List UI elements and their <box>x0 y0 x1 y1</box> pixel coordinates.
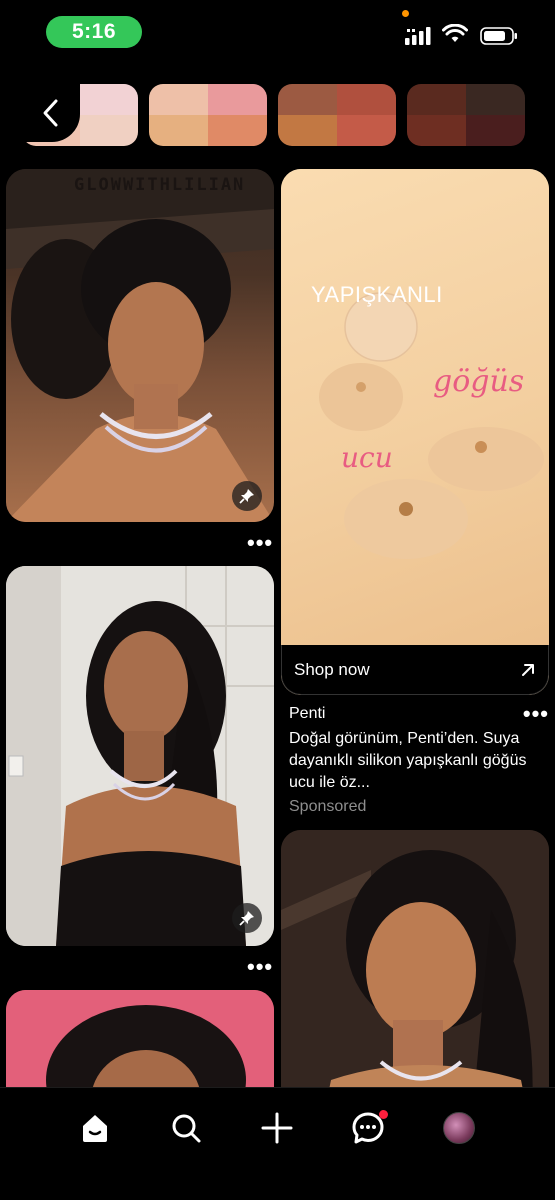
nav-messages[interactable] <box>346 1106 390 1150</box>
ad-brand-name[interactable]: Penti <box>289 705 325 723</box>
signal-icon <box>405 27 431 45</box>
shop-now-label: Shop now <box>294 659 370 679</box>
bottom-navigation-bar <box>0 1087 555 1200</box>
ad-script-word-1: göğüs <box>433 364 525 399</box>
home-icon <box>83 1115 107 1142</box>
color-swatch-3[interactable] <box>278 84 396 146</box>
pushpin-icon <box>239 911 254 926</box>
ad-image: YAPIŞKANLI göğüs ucu <box>281 169 549 645</box>
privacy-indicator-dot <box>402 10 409 17</box>
battery-icon <box>480 27 517 45</box>
color-swatch-2[interactable] <box>149 84 267 146</box>
pushpin-icon <box>239 489 254 504</box>
pin-image-4[interactable] <box>281 830 549 1130</box>
swatch-cell <box>466 115 525 146</box>
sponsored-ad-card[interactable]: YAPIŞKANLI göğüs ucu Shop now <box>281 169 549 695</box>
swatch-cell <box>407 84 466 115</box>
ad-more-button[interactable]: ••• <box>523 703 549 725</box>
swatch-cell <box>208 115 267 146</box>
arrow-up-right-icon <box>522 663 534 676</box>
profile-avatar <box>443 1112 475 1144</box>
sponsored-label: Sponsored <box>289 798 367 815</box>
nav-profile[interactable] <box>437 1106 481 1150</box>
nav-create[interactable] <box>255 1106 299 1150</box>
swatch-cell <box>407 115 466 146</box>
pin-image-1[interactable]: GLOWWITHLILIAN <box>6 169 274 522</box>
notification-dot <box>379 1110 388 1119</box>
status-time: 5:16 <box>46 16 142 48</box>
plus-icon <box>261 1112 293 1144</box>
nav-home[interactable] <box>73 1106 117 1150</box>
swatch-cell <box>466 84 525 115</box>
ad-headline: YAPIŞKANLI <box>311 282 443 307</box>
shop-now-button[interactable]: Shop now <box>281 645 549 695</box>
back-button[interactable] <box>22 84 80 142</box>
search-icon <box>172 1114 201 1143</box>
wifi-icon <box>442 24 468 42</box>
pin-1-caption-text: GLOWWITHLILIAN <box>74 175 246 195</box>
swatch-cell <box>337 115 396 146</box>
pin-2-more-button[interactable]: ••• <box>247 956 273 978</box>
pin-photo-portrait <box>281 830 549 1130</box>
pin-photo-portrait <box>6 566 274 946</box>
pin-1-more-button[interactable]: ••• <box>247 532 273 554</box>
status-bar: 5:16 <box>0 0 555 64</box>
ad-product-illustration <box>319 292 544 559</box>
swatch-cell <box>337 84 396 115</box>
pin-image-2[interactable] <box>6 566 274 946</box>
pin-photo-portrait <box>6 169 274 522</box>
ad-script-word-2: ucu <box>341 441 393 474</box>
pin-badge[interactable] <box>232 903 262 933</box>
swatch-cell <box>149 84 208 115</box>
swatch-cell <box>149 115 208 146</box>
swatch-cell <box>278 84 337 115</box>
chevron-left-icon <box>43 99 58 127</box>
swatch-cell <box>278 115 337 146</box>
ad-meta: Penti ••• Doğal görünüm, Penti’den. Suya… <box>289 703 549 816</box>
swatch-cell <box>208 84 267 115</box>
ad-description: Doğal görünüm, Penti’den. Suya dayanıklı… <box>289 730 527 791</box>
color-swatch-4[interactable] <box>407 84 525 146</box>
pin-badge[interactable] <box>232 481 262 511</box>
swatch-cell <box>80 115 138 146</box>
nav-search[interactable] <box>164 1106 208 1150</box>
swatch-cell <box>80 84 138 115</box>
